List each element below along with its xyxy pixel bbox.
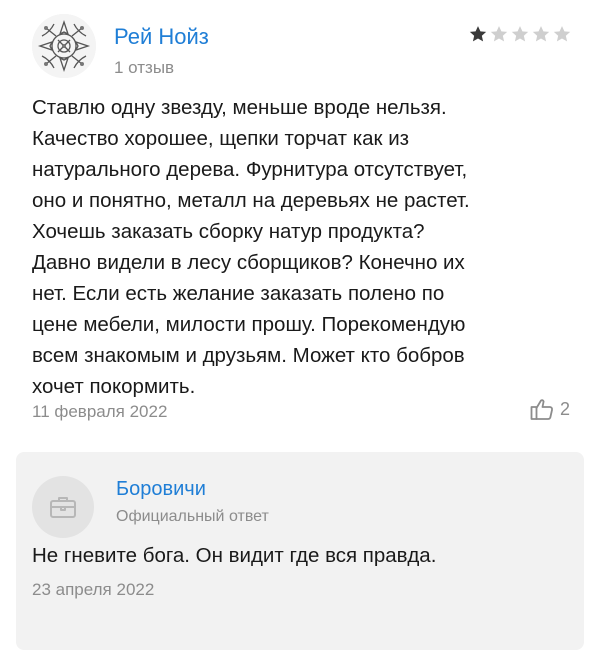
review-text-line: Хочешь заказать сборку натур продукта?	[32, 220, 425, 243]
author-name[interactable]: Рей Нойз	[114, 24, 209, 50]
briefcase-icon	[50, 497, 76, 518]
review-text-line: Ставлю одну звезду, меньше вроде нельзя.	[32, 96, 447, 119]
thumbs-up-icon	[530, 399, 553, 420]
ornament-avatar-icon	[32, 14, 96, 78]
review-text-line: Качество хорошее, щепки торчат как из	[32, 127, 410, 150]
author-avatar[interactable]	[32, 14, 96, 78]
star-icon	[511, 26, 529, 42]
star-icon	[490, 26, 508, 42]
review-text-line: цене мебели, милости прошу. Порекомендую	[32, 313, 466, 336]
author-review-count: 1 отзыв	[114, 58, 175, 77]
response-date: 23 апреля 2022	[32, 580, 155, 599]
review-text-line: натурального дерева. Фурнитура отсутству…	[32, 158, 468, 181]
review-text-line: оно и понятно, металл на деревьях не рас…	[32, 189, 470, 212]
star-icon	[469, 26, 487, 42]
like-count: 2	[559, 398, 570, 419]
company-avatar	[32, 476, 94, 538]
like-button[interactable]: 2	[529, 396, 570, 422]
star-icon	[532, 26, 550, 42]
review-text-line: Давно видели в лесу сборщиков? Конечно и…	[32, 251, 465, 274]
review-date: 11 февраля 2022	[32, 402, 168, 421]
rating-stars	[468, 24, 572, 44]
response-text: Не гневите бога. Он видит где вся правда…	[32, 544, 437, 567]
star-icon	[553, 26, 571, 42]
review-text: Ставлю одну звезду, меньше вроде нельзя.…	[32, 92, 572, 402]
review-text-line: нет. Если есть желание заказать полено п…	[32, 282, 445, 305]
review-text-line: всем знакомым и друзьям. Может кто бобро…	[32, 344, 465, 367]
review-text-line: хочет покормить.	[32, 375, 196, 398]
review-header: Рей Нойз 1 отзыв	[32, 10, 572, 82]
official-response-label: Официальный ответ	[116, 508, 269, 525]
company-name[interactable]: Боровичи	[116, 478, 206, 501]
official-response: Боровичи Официальный ответ Не гневите бо…	[16, 452, 584, 650]
